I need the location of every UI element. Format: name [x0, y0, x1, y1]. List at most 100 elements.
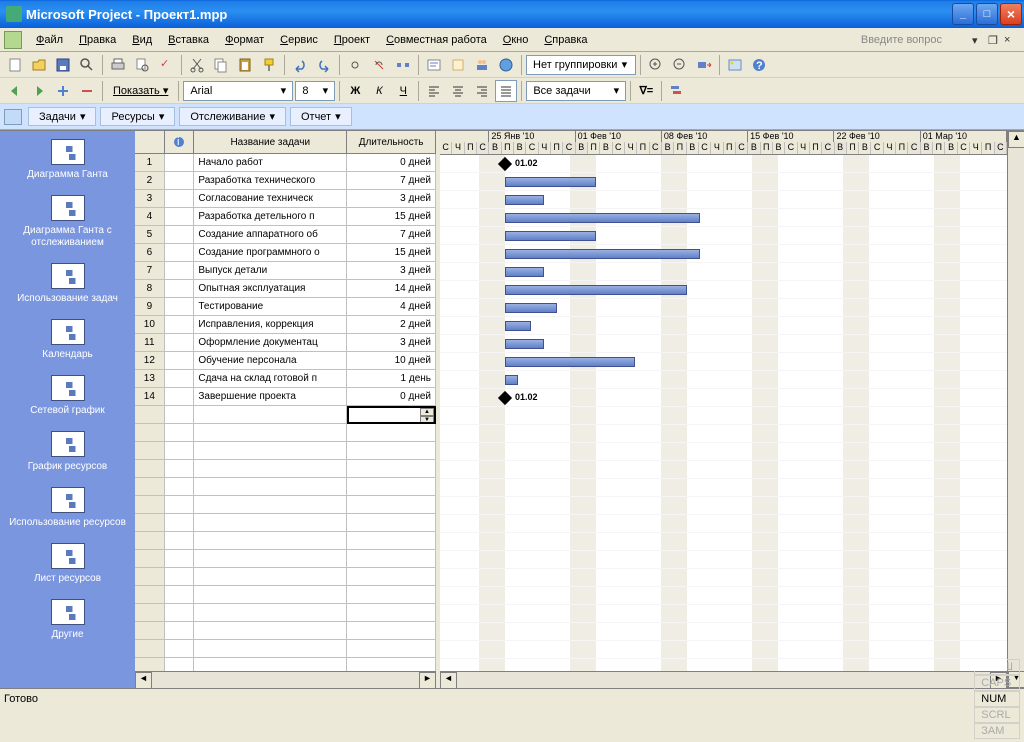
group-by-combo[interactable]: Нет группировки▾: [526, 55, 636, 75]
gantt-bar[interactable]: [505, 321, 531, 331]
save-button[interactable]: [52, 54, 74, 76]
menu-Совместная работа[interactable]: Совместная работа: [378, 32, 495, 48]
menu-Сервис[interactable]: Сервис: [272, 32, 326, 48]
table-row[interactable]: [135, 460, 436, 478]
table-row[interactable]: [135, 424, 436, 442]
publish-button[interactable]: [495, 54, 517, 76]
split-task-button[interactable]: [392, 54, 414, 76]
row-number[interactable]: 5: [135, 226, 165, 244]
name-cell[interactable]: Опытная эксплуатация: [194, 280, 347, 298]
gantt-row[interactable]: [440, 191, 1007, 209]
doc-menu-button[interactable]: ▾: [972, 34, 984, 46]
duration-cell[interactable]: 15 дней: [347, 208, 436, 226]
table-row[interactable]: 9Тестирование4 дней: [135, 298, 436, 316]
menu-Файл[interactable]: Файл: [28, 32, 71, 48]
gantt-bar[interactable]: [505, 285, 687, 295]
duration-cell[interactable]: 0 дней: [347, 154, 436, 172]
gantt-row[interactable]: [440, 335, 1007, 353]
table-row[interactable]: 8Опытная эксплуатация14 дней: [135, 280, 436, 298]
sidebar-item[interactable]: Диаграмма Ганта: [0, 137, 135, 183]
gantt-row[interactable]: [440, 281, 1007, 299]
duration-cell[interactable]: 7 дней: [347, 226, 436, 244]
gantt-hscroll[interactable]: ◄►: [440, 671, 1007, 688]
font-combo[interactable]: Arial▾: [183, 81, 293, 101]
gantt-body[interactable]: 01.0201.02: [440, 155, 1007, 671]
gantt-row[interactable]: [440, 299, 1007, 317]
table-row[interactable]: [135, 586, 436, 604]
sidebar-item[interactable]: Использование задач: [0, 261, 135, 307]
table-row[interactable]: 5 Создание аппаратного об7 дней: [135, 226, 436, 244]
selected-cell[interactable]: ▲▼: [347, 406, 436, 424]
close-button[interactable]: ×: [1000, 3, 1022, 25]
gantt-row[interactable]: [440, 443, 1007, 461]
table-row[interactable]: 11Оформление документац3 дней: [135, 334, 436, 352]
table-row[interactable]: 1 Начало работ0 дней: [135, 154, 436, 172]
info-cell[interactable]: [165, 280, 195, 298]
minimize-button[interactable]: _: [952, 3, 974, 25]
info-cell[interactable]: [165, 388, 195, 406]
menu-Окно[interactable]: Окно: [495, 32, 537, 48]
row-number[interactable]: 1: [135, 154, 165, 172]
format-painter-button[interactable]: [258, 54, 280, 76]
name-cell[interactable]: Создание аппаратного об: [194, 226, 347, 244]
info-cell[interactable]: [165, 370, 195, 388]
table-row[interactable]: 13Сдача на склад готовой п1 день: [135, 370, 436, 388]
gantt-row[interactable]: [440, 371, 1007, 389]
autofilter-button[interactable]: ∇=: [635, 80, 657, 102]
print-preview-button[interactable]: [131, 54, 153, 76]
name-cell[interactable]: Исправления, коррекция: [194, 316, 347, 334]
table-row[interactable]: 4Разработка детельного п15 дней: [135, 208, 436, 226]
gantt-row[interactable]: [440, 353, 1007, 371]
name-column-header[interactable]: Название задачи: [194, 131, 347, 153]
align-right-button[interactable]: [471, 80, 493, 102]
table-row[interactable]: ▲▼: [135, 406, 436, 424]
info-cell[interactable]: [165, 208, 195, 226]
info-cell[interactable]: [165, 352, 195, 370]
table-row[interactable]: 3Согласование техническ3 дней: [135, 190, 436, 208]
info-cell[interactable]: [165, 190, 195, 208]
menu-Справка[interactable]: Справка: [536, 32, 595, 48]
name-cell[interactable]: Разработка технического: [194, 172, 347, 190]
gantt-row[interactable]: [440, 245, 1007, 263]
gantt-bar[interactable]: [505, 231, 596, 241]
name-cell[interactable]: Сдача на склад готовой п: [194, 370, 347, 388]
doc-restore-button[interactable]: ❐: [988, 34, 1000, 46]
unlink-button[interactable]: [368, 54, 390, 76]
gantt-row[interactable]: [440, 497, 1007, 515]
zoom-out-button[interactable]: [669, 54, 691, 76]
gantt-row[interactable]: [440, 209, 1007, 227]
gantt-row[interactable]: [440, 533, 1007, 551]
task-info-button[interactable]: [423, 54, 445, 76]
gantt-bar[interactable]: [505, 339, 544, 349]
task-notes-button[interactable]: [447, 54, 469, 76]
sidebar-item[interactable]: Сетевой график: [0, 373, 135, 419]
search-button[interactable]: [76, 54, 98, 76]
gantt-row[interactable]: [440, 425, 1007, 443]
gantt-row[interactable]: [440, 551, 1007, 569]
sidebar-item[interactable]: Лист ресурсов: [0, 541, 135, 587]
menu-Вид[interactable]: Вид: [124, 32, 160, 48]
duration-cell[interactable]: 10 дней: [347, 352, 436, 370]
table-row[interactable]: [135, 640, 436, 658]
table-row[interactable]: [135, 442, 436, 460]
info-cell[interactable]: [165, 316, 195, 334]
gantt-row[interactable]: 01.02: [440, 389, 1007, 407]
duration-cell[interactable]: 3 дней: [347, 262, 436, 280]
duration-cell[interactable]: 3 дней: [347, 190, 436, 208]
help-search[interactable]: Введите вопрос: [861, 34, 972, 46]
gantt-row[interactable]: [440, 227, 1007, 245]
name-cell[interactable]: Разработка детельного п: [194, 208, 347, 226]
table-body[interactable]: 1Начало работ0 дней2Разработка техническ…: [135, 154, 436, 671]
gantt-wizard-button[interactable]: [666, 80, 688, 102]
info-cell[interactable]: [165, 172, 195, 190]
row-number[interactable]: 9: [135, 298, 165, 316]
italic-button[interactable]: К: [368, 80, 390, 102]
filter-combo[interactable]: Все задачи▾: [526, 81, 626, 101]
duration-cell[interactable]: 4 дней: [347, 298, 436, 316]
gantt-timescale[interactable]: 25 Янв '1001 Фев '1008 Фев '1015 Фев '10…: [440, 131, 1007, 155]
name-cell[interactable]: Начало работ: [194, 154, 347, 172]
row-number[interactable]: 8: [135, 280, 165, 298]
redo-button[interactable]: [313, 54, 335, 76]
gantt-bar[interactable]: [505, 249, 700, 259]
table-row[interactable]: [135, 622, 436, 640]
